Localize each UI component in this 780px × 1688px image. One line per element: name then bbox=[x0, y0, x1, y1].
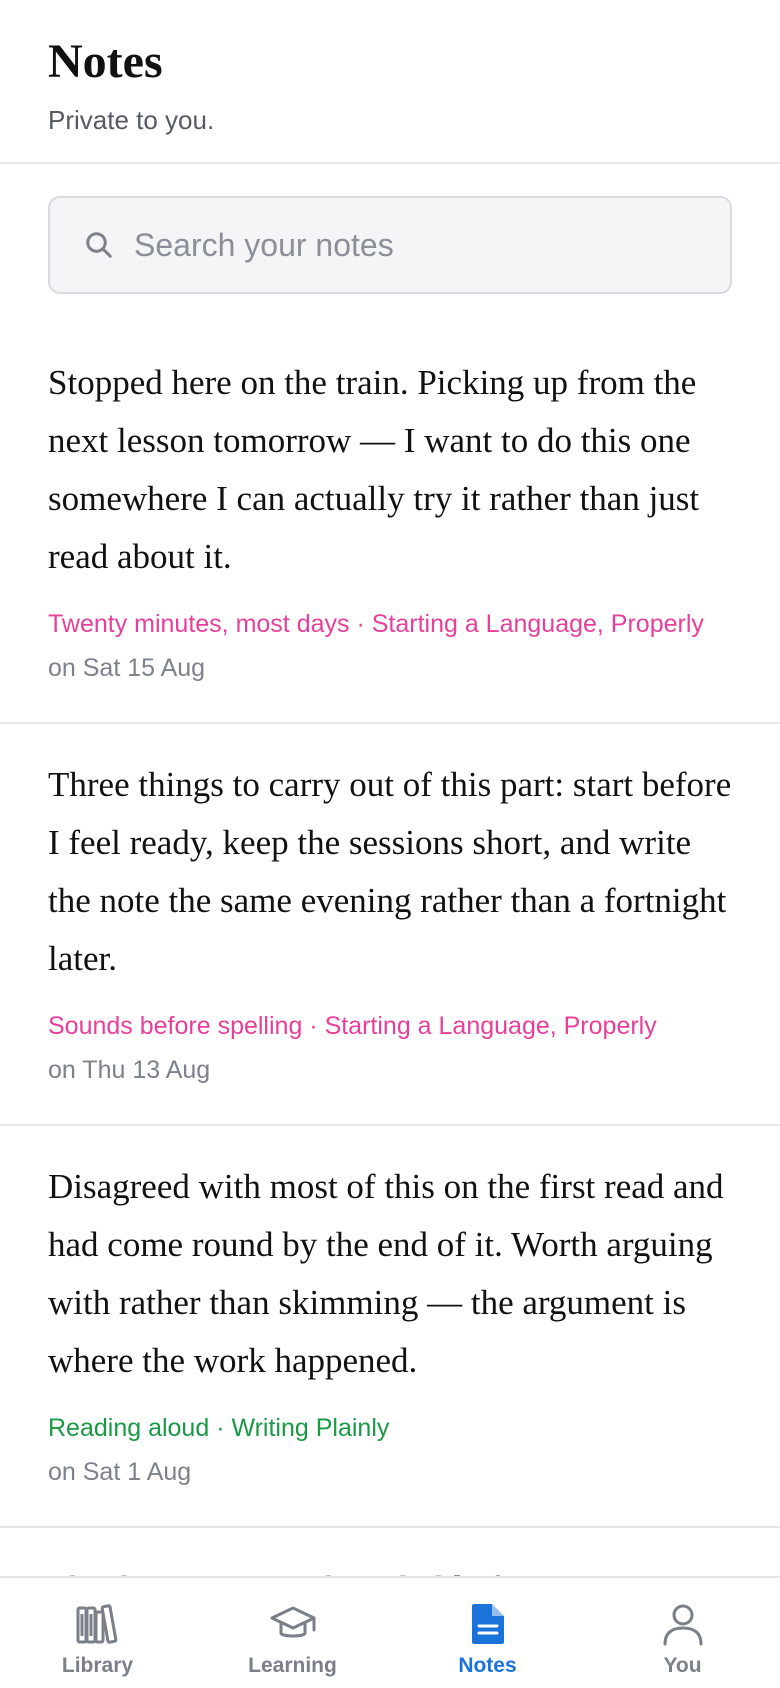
note-text: Three things to carry out of this part: … bbox=[48, 765, 732, 978]
note-date: on Thu 13 Aug bbox=[48, 1056, 211, 1084]
page-subtitle: Private to you. bbox=[48, 105, 215, 135]
library-icon bbox=[76, 1604, 117, 1644]
search-bar[interactable] bbox=[48, 196, 732, 294]
note-item[interactable]: Disagreed with most of this on the first… bbox=[0, 1126, 780, 1528]
note-source[interactable]: Twenty minutes, most days · Starting a L… bbox=[48, 608, 732, 640]
tab-label: You bbox=[663, 1654, 702, 1677]
note-text: Stopped here on the train. Picking up fr… bbox=[48, 363, 700, 576]
note-source[interactable]: Reading aloud · Writing Plainly bbox=[48, 1412, 732, 1444]
note-text: Disagreed with most of this on the first… bbox=[48, 1167, 724, 1380]
page-header: Notes Private to you. bbox=[0, 0, 780, 164]
notes-list: Stopped here on the train. Picking up fr… bbox=[0, 322, 780, 1608]
bottom-tab-bar: Library Learning Notes You bbox=[0, 1576, 780, 1688]
document-icon bbox=[471, 1604, 504, 1644]
tab-label: Learning bbox=[248, 1654, 337, 1677]
note-date: on Sat 1 Aug bbox=[48, 1458, 192, 1486]
note-source[interactable]: Sounds before spelling · Starting a Lang… bbox=[48, 1010, 732, 1042]
note-item[interactable]: Three things to carry out of this part: … bbox=[0, 724, 780, 1126]
search-icon bbox=[86, 232, 112, 258]
notes-screen: Notes Private to you. Stopped here on th… bbox=[0, 0, 780, 1688]
tab-you[interactable]: You bbox=[585, 1578, 780, 1688]
page-title: Notes bbox=[48, 35, 163, 88]
note-item[interactable]: Stopped here on the train. Picking up fr… bbox=[0, 322, 780, 724]
tab-library[interactable]: Library bbox=[0, 1578, 195, 1688]
tab-learning[interactable]: Learning bbox=[195, 1578, 390, 1688]
tab-label: Notes bbox=[458, 1654, 517, 1677]
search-input[interactable] bbox=[134, 226, 694, 264]
person-icon bbox=[663, 1604, 702, 1646]
note-date: on Sat 15 Aug bbox=[48, 654, 206, 682]
search-container bbox=[0, 164, 780, 294]
tab-notes[interactable]: Notes bbox=[390, 1578, 585, 1688]
graduation-cap-icon bbox=[270, 1606, 315, 1638]
tab-label: Library bbox=[61, 1654, 134, 1677]
